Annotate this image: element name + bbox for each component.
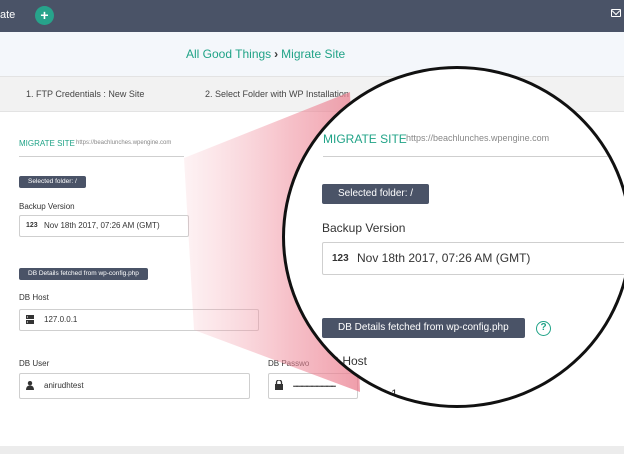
- bottom-strip: [0, 446, 624, 454]
- zoom-db-host-value: 0.0.1: [371, 387, 398, 401]
- zoom-backup-version-select[interactable]: 123 Nov 18th 2017, 07:26 AM (GMT): [322, 242, 624, 275]
- zoom-db-details-badge: DB Details fetched from wp-config.php: [322, 318, 525, 338]
- zoom-db-host-label: B Host: [331, 354, 368, 368]
- zoom-form-title: MIGRATE SITE: [323, 132, 407, 146]
- zoom-backup-version-value: Nov 18th 2017, 07:26 AM (GMT): [357, 251, 531, 265]
- zoom-title-divider: [323, 156, 624, 157]
- magnifier-circle: MIGRATE SITE https://beachlunches.wpengi…: [282, 66, 624, 408]
- zoom-selected-folder-badge: Selected folder: /: [322, 184, 430, 204]
- zoom-number-icon: 123: [332, 253, 349, 264]
- zoom-site-url: https://beachlunches.wpengine.com: [406, 133, 550, 143]
- help-icon[interactable]: ?: [536, 321, 551, 336]
- zoom-backup-version-label: Backup Version: [322, 221, 406, 235]
